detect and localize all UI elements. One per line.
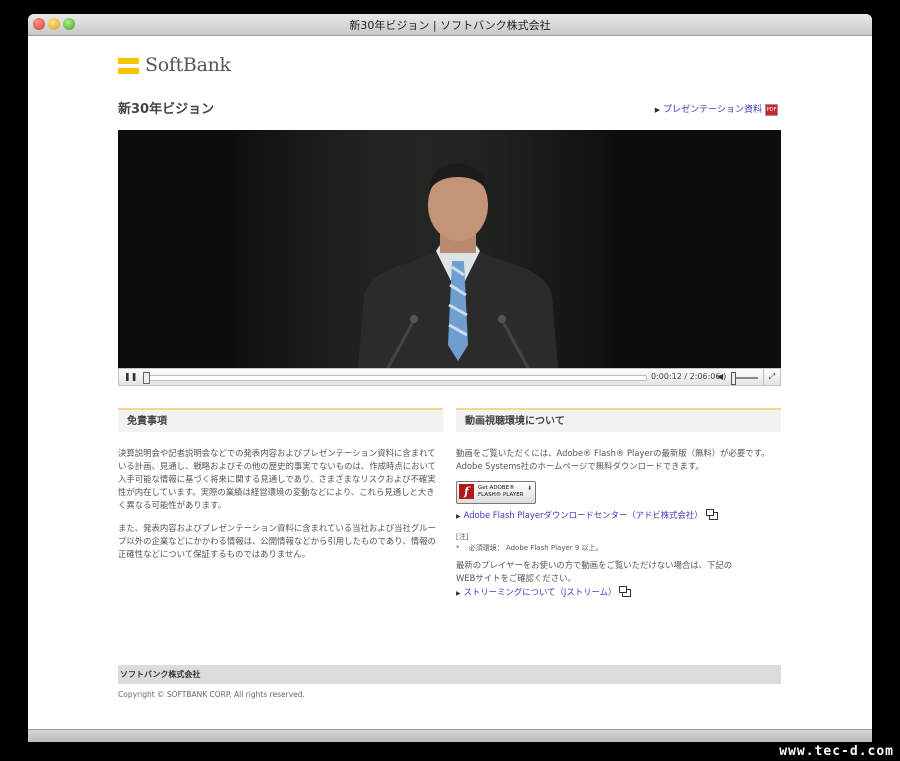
footer-company-bar: ソフトバンク株式会社 [118,665,781,684]
pdf-icon: PDF [765,103,778,116]
time-separator: / [681,372,690,381]
disclaimer-paragraph-2: また、発表内容およびプレゼンテーション資料に含まれている当社および当社グループ以… [118,523,436,559]
alt-paragraph: 最新のプレイヤーをお使いの方で動画をご覧いただけない場合は、下記のWEBサイトを… [456,560,733,583]
logo-bars-icon [118,58,139,78]
seek-handle[interactable] [142,372,150,384]
seek-bar[interactable] [142,372,647,384]
disclaimer-paragraph-1: 決算説明会や記者説明会などでの発表内容およびプレゼンテーション資料に含まれている… [118,448,436,510]
flash-badge-line2: FLASH® PLAYER [478,492,524,498]
streaming-link[interactable]: ▶ ストリーミングについて（Jストリーム） [456,585,632,598]
watermark: www.tec-d.com [779,744,894,759]
window-title: 新30年ビジョン | ソフトバンク株式会社 [349,19,551,32]
current-time: 0:00:12 [651,372,682,381]
browser-window: 新30年ビジョン | ソフトバンク株式会社 SoftBank 新30年ビジョン … [28,14,872,742]
presentation-link-label: プレゼンテーション資料 [663,105,762,115]
external-window-icon [619,585,632,597]
note-text: * 必須環境： Adobe Flash Player 9 以上。 [456,544,603,552]
copyright-text: Copyright © SOFTBANK CORP. All rights re… [118,690,305,699]
flash-download-link[interactable]: ▶ Adobe Flash Playerダウンロードセンター（アドビ株式会社） [456,508,718,521]
get-flash-player-button[interactable]: f Get ADOBE® FLASH® PLAYER ⬇ [456,481,536,504]
flash-icon: f [459,484,474,499]
video-player[interactable] [118,130,781,368]
fullscreen-icon[interactable]: ⤢ [763,369,780,385]
video-controls: ❚❚ 0:00:12 / 2:06:06 ◀) ⤢ [118,368,781,386]
disclaimer-heading: 免責事項 [118,408,443,432]
logo-text: SoftBank [145,54,231,76]
volume-handle[interactable] [731,372,736,385]
flash-badge-line1: Get ADOBE® [478,485,515,491]
flash-badge-text: Get ADOBE® FLASH® PLAYER [478,485,524,499]
streaming-link-label: ストリーミングについて（Jストリーム） [463,587,617,597]
pause-icon[interactable]: ❚❚ [124,370,137,384]
arrow-right-icon: ▶ [654,106,661,114]
arrow-right-icon: ▶ [456,513,461,520]
title-bar: 新30年ビジョン | ソフトバンク株式会社 [28,14,872,36]
arrow-right-icon: ▶ [456,590,461,597]
volume-icon[interactable]: ◀) [717,370,726,384]
download-arrow-icon: ⬇ [526,485,532,492]
timecode: 0:00:12 / 2:06:06 [651,369,720,385]
page-title: 新30年ビジョン [118,102,215,117]
external-window-icon [705,508,718,520]
note-label: [注] [456,533,469,541]
window-bottom-bar [28,729,872,742]
environment-heading: 動画視聴環境について [456,408,781,432]
flash-download-link-label: Adobe Flash Playerダウンロードセンター（アドビ株式会社） [463,510,703,520]
presentation-link[interactable]: ▶ プレゼンテーション資料 PDF [655,102,778,116]
duration: 2:06:06 [689,372,721,381]
video-frame-speaker [358,163,558,368]
environment-paragraph: 動画をご覧いただくには、Adobe® Flash® Playerの最新版（無料）… [456,448,770,471]
